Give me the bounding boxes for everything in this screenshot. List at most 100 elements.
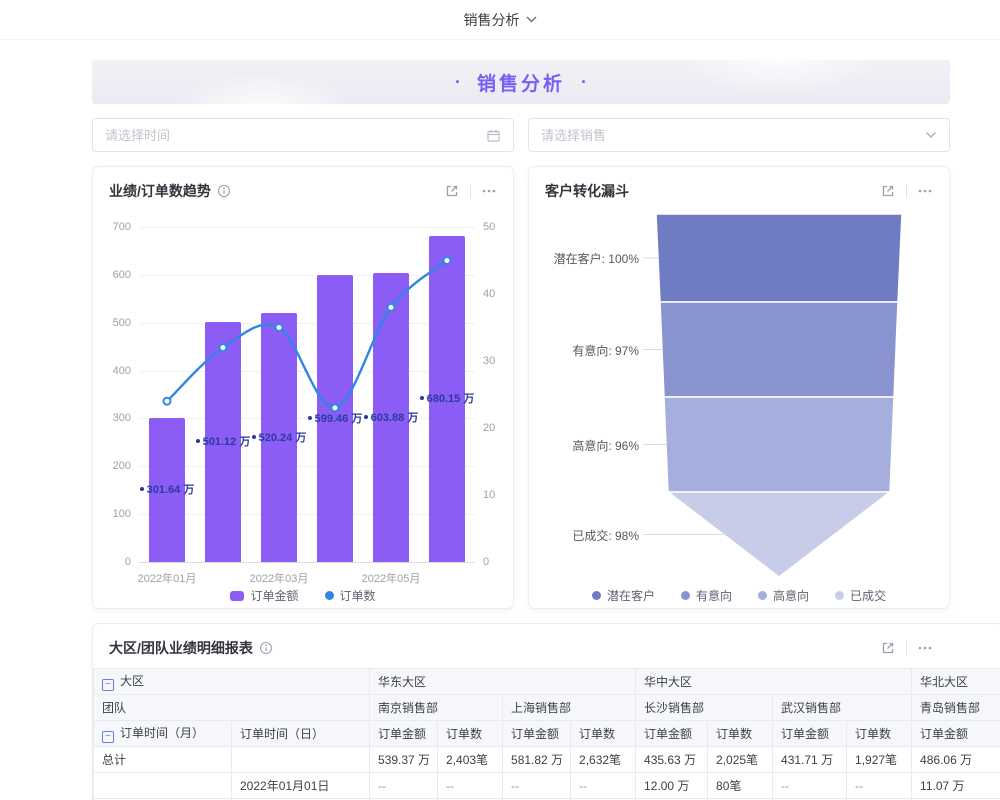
bar-value-text: 520.24 万 — [259, 429, 307, 445]
metric-header-row: −订单时间（月）订单时间（日）订单金额订单数订单金额订单数订单金额订单数订单金额… — [94, 721, 1000, 747]
chevron-down-icon[interactable] — [526, 16, 537, 23]
legend-item-订单金额[interactable]: 订单金额 — [230, 587, 298, 604]
y-axis-right-label: 50 — [483, 221, 513, 233]
data-cell: 80笔 — [708, 773, 773, 799]
bar-legend-marker — [230, 591, 244, 601]
y-axis-left-label: 400 — [93, 365, 131, 377]
x-axis-label: 2022年01月 — [122, 570, 212, 586]
page-title-dropdown[interactable]: 销售分析 — [464, 10, 520, 30]
bar-value-label: 680.15 万 — [402, 390, 492, 406]
table-card: 大区/团队业绩明细报表 −大区华东大区华中大区华北大区团队南京销售部 — [92, 623, 1000, 800]
legend-item-有意向[interactable]: 有意向 — [681, 587, 732, 604]
legend-item-已成交[interactable]: 已成交 — [835, 587, 886, 604]
table-card-title: 大区/团队业绩明细报表 — [109, 638, 253, 658]
bar-value-text: 301.64 万 — [147, 481, 195, 497]
legend-label: 有意向 — [696, 587, 732, 604]
legend-label: 潜在客户 — [607, 587, 655, 604]
dot-legend-marker — [592, 591, 601, 600]
month-cell — [94, 773, 232, 799]
funnel-segment-有意向[interactable] — [660, 302, 898, 397]
data-cell: 435.63 万 — [636, 747, 708, 773]
filter-bar — [92, 118, 950, 152]
y-axis-right-label: 20 — [483, 422, 513, 434]
metric-header-cell: 订单数 — [708, 721, 773, 747]
y-axis-left-label: 200 — [93, 460, 131, 472]
sales-filter-input[interactable] — [541, 128, 925, 143]
data-cell: 2,632笔 — [571, 747, 636, 773]
divider — [906, 184, 907, 198]
banner-title: 销售分析 — [477, 69, 565, 96]
table-card-actions — [880, 640, 933, 656]
more-icon[interactable] — [481, 183, 497, 199]
funnel-svg — [529, 167, 951, 610]
export-icon[interactable] — [880, 183, 896, 199]
more-icon[interactable] — [917, 183, 933, 199]
label-marker-dot — [364, 415, 368, 419]
data-cell: 11.07 万 — [912, 773, 1000, 799]
time-filter[interactable] — [92, 118, 514, 152]
data-cell: -- — [773, 773, 847, 799]
metric-header-cell: 订单金额 — [370, 721, 438, 747]
collapse-icon[interactable]: − — [102, 731, 114, 743]
team-corner-cell: 团队 — [94, 695, 370, 721]
funnel-segment-潜在客户[interactable] — [656, 214, 902, 302]
x-axis-line — [139, 562, 475, 563]
topbar: 销售分析 — [0, 0, 1000, 40]
funnel-card-actions — [880, 183, 933, 199]
pivot-table: −大区华东大区华中大区华北大区团队南京销售部上海销售部长沙销售部武汉销售部青岛销… — [93, 668, 1000, 800]
line-point[interactable] — [388, 304, 395, 311]
y-axis-left-label: 0 — [93, 556, 131, 568]
collapse-icon[interactable]: − — [102, 679, 114, 691]
chevron-down-icon — [925, 131, 937, 139]
export-icon[interactable] — [880, 640, 896, 656]
y-axis-right-label: 0 — [483, 556, 513, 568]
data-cell: -- — [503, 773, 571, 799]
chart-cards-row: 业绩/订单数趋势 — [92, 166, 950, 609]
y-axis-left-label: 500 — [93, 317, 131, 329]
region-corner-cell: −大区 — [94, 669, 370, 695]
banner: · 销售分析 · — [92, 60, 950, 104]
bar-value-label: 520.24 万 — [234, 429, 324, 445]
line-point[interactable] — [220, 344, 227, 351]
trend-card-actions — [444, 183, 497, 199]
label-marker-dot — [308, 416, 312, 420]
funnel-card-title: 客户转化漏斗 — [545, 181, 629, 201]
export-icon[interactable] — [444, 183, 460, 199]
info-icon[interactable] — [259, 641, 273, 655]
funnel-segment-高意向[interactable] — [664, 397, 894, 492]
line-path — [167, 261, 447, 409]
sales-filter[interactable] — [528, 118, 950, 152]
more-icon[interactable] — [917, 640, 933, 656]
legend-label: 订单金额 — [250, 587, 298, 604]
legend-label: 已成交 — [850, 587, 886, 604]
legend-label: 高意向 — [773, 587, 809, 604]
y-axis-right-label: 30 — [483, 355, 513, 367]
line-point[interactable] — [444, 257, 451, 264]
line-point[interactable] — [276, 324, 283, 331]
region-header-row: −大区华东大区华中大区华北大区 — [94, 669, 1000, 695]
metric-header-cell: 订单金额 — [636, 721, 708, 747]
total-row: 总计539.37 万2,403笔581.82 万2,632笔435.63 万2,… — [94, 747, 1000, 773]
legend-item-潜在客户[interactable]: 潜在客户 — [592, 587, 655, 604]
info-icon[interactable] — [217, 184, 231, 198]
time-filter-input[interactable] — [105, 128, 486, 143]
calendar-icon — [486, 128, 501, 143]
metric-header-cell: 订单数 — [847, 721, 912, 747]
bar-value-label: 603.88 万 — [346, 409, 436, 425]
funnel-chart: 潜在客户: 100%有意向: 97%高意向: 96%已成交: 98%潜在客户有意… — [529, 167, 949, 608]
bar-value-text: 680.15 万 — [427, 390, 475, 406]
data-cell: -- — [847, 773, 912, 799]
dot-legend-marker — [835, 591, 844, 600]
line-point[interactable] — [164, 398, 171, 405]
legend-item-订单数[interactable]: 订单数 — [325, 587, 376, 604]
legend-item-高意向[interactable]: 高意向 — [758, 587, 809, 604]
table-row: 2022年01月01日--------12.00 万80笔----11.07 万 — [94, 773, 1000, 799]
trend-card-title: 业绩/订单数趋势 — [109, 181, 211, 201]
team-header-row: 团队南京销售部上海销售部长沙销售部武汉销售部青岛销售部 — [94, 695, 1000, 721]
region-header-cell: 华东大区 — [370, 669, 636, 695]
team-header-cell: 上海销售部 — [503, 695, 636, 721]
divider — [906, 641, 907, 655]
team-header-cell: 长沙销售部 — [636, 695, 773, 721]
dot-legend-marker — [758, 591, 767, 600]
dashboard-page: · 销售分析 · 业绩/订单数趋势 — [0, 40, 1000, 800]
